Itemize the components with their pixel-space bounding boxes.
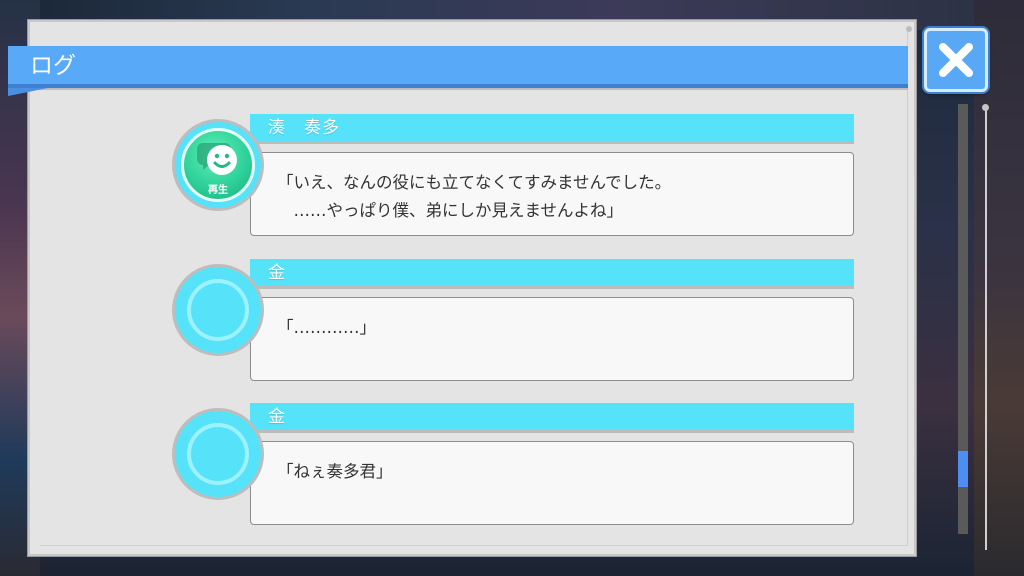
log-entry: 金 「…………」: [172, 259, 856, 389]
log-entry: 湊 奏多 「いえ、なんの役にも立てなくてすみませんでした。 ……やっぱり僕、弟に…: [172, 114, 856, 244]
voice-avatar-frame: 再生: [172, 119, 264, 211]
message-box: 「ねぇ奏多君」: [250, 441, 854, 525]
scrollbar-track[interactable]: [958, 104, 968, 534]
panel-side-line: [985, 110, 987, 550]
close-button[interactable]: [924, 28, 988, 92]
speaker-name-bar: [250, 114, 854, 144]
empty-avatar-frame: [172, 408, 264, 500]
speech-bubble-smile-icon: [197, 143, 237, 175]
speaker-name-bar: [250, 403, 854, 433]
voice-play-button[interactable]: 再生: [181, 128, 255, 202]
panel-side-dot: [982, 104, 989, 111]
empty-avatar-inner: [187, 423, 249, 485]
panel-corner-dot: [906, 26, 912, 32]
message-box: 「…………」: [250, 297, 854, 381]
message-text: 「ねぇ奏多君」: [277, 462, 393, 481]
message-box: 「いえ、なんの役にも立てなくてすみませんでした。 ……やっぱり僕、弟にしか見えま…: [250, 152, 854, 236]
empty-avatar-inner: [187, 279, 249, 341]
message-text: 「…………」: [277, 318, 376, 337]
speaker-name-bar: [250, 259, 854, 289]
log-title-bar: ログ: [8, 46, 908, 88]
empty-avatar-frame: [172, 264, 264, 356]
message-text: 「いえ、なんの役にも立てなくてすみませんでした。 ……やっぱり僕、弟にしか見えま…: [277, 173, 672, 220]
scrollbar-thumb[interactable]: [958, 451, 968, 487]
log-title: ログ: [30, 53, 76, 79]
voice-play-label: 再生: [208, 185, 228, 196]
close-icon: [939, 43, 973, 77]
speaker-name: 金: [268, 263, 286, 283]
log-entry: 金 「ねぇ奏多君」: [172, 403, 856, 533]
speaker-name: 金: [268, 407, 286, 427]
speaker-name: 湊 奏多: [268, 118, 340, 138]
